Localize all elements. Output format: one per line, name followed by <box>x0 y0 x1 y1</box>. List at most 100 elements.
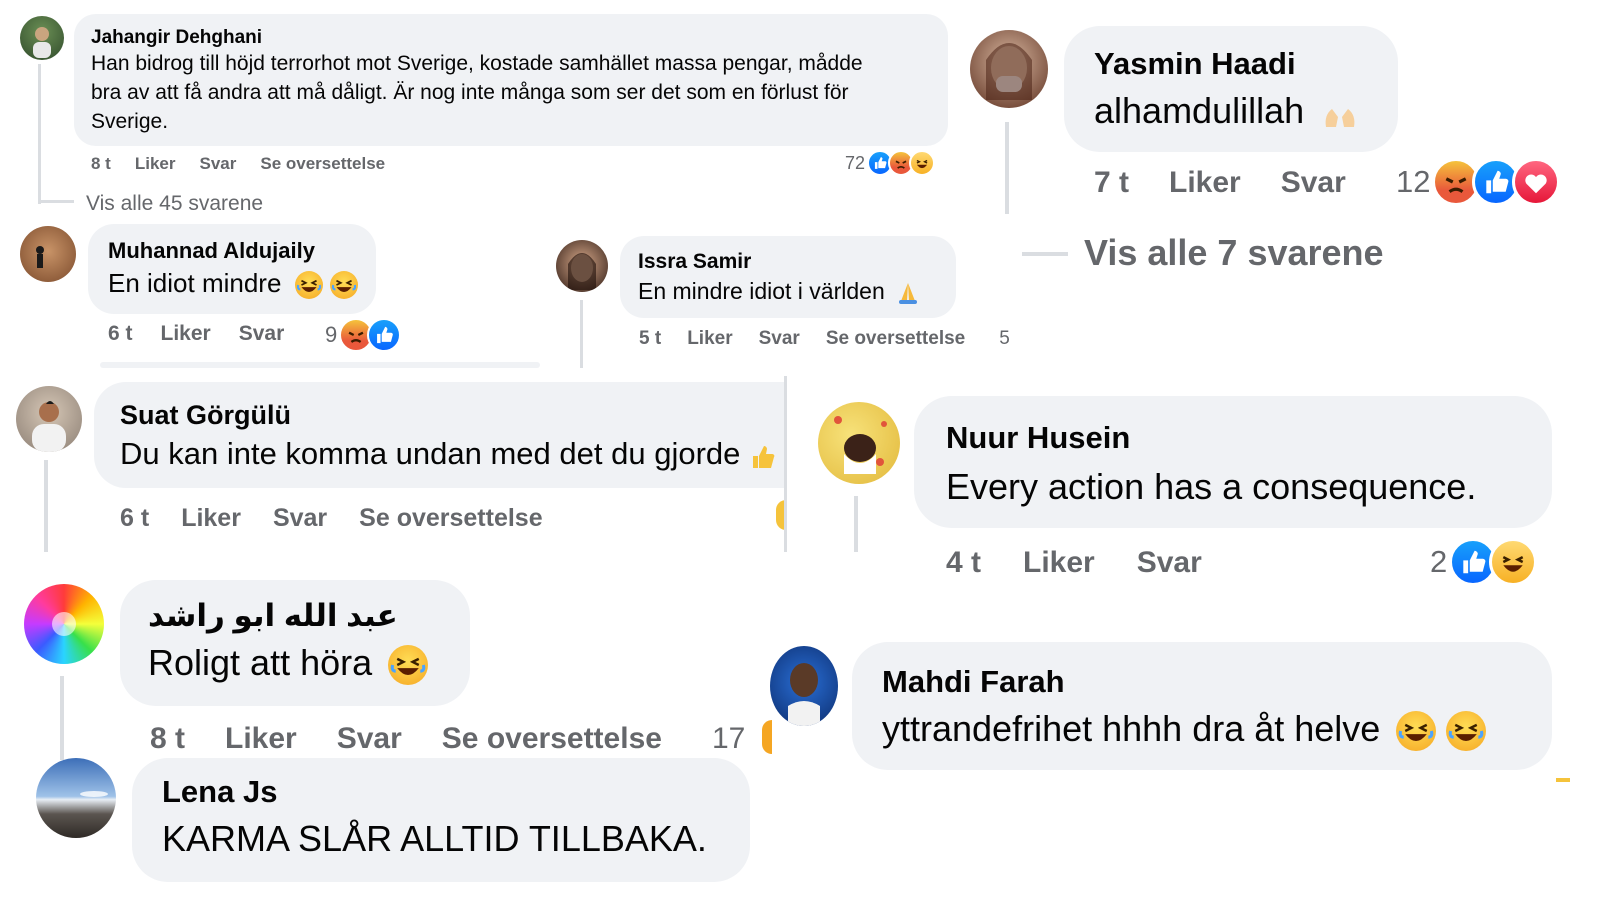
timestamp[interactable]: 6 t <box>120 504 149 533</box>
landscape-icon <box>80 791 108 797</box>
laughing-emoji <box>294 271 323 300</box>
color-burst-icon <box>52 612 76 636</box>
comment-text-line: Sverige. <box>91 110 169 133</box>
thread-line <box>854 496 858 552</box>
laughing-emoji <box>329 271 358 300</box>
reaction-count: 72 <box>845 152 866 173</box>
open-hands-emoji <box>1322 98 1358 128</box>
reactions-summary[interactable]: 2 <box>1430 538 1538 586</box>
timestamp[interactable]: 7 t <box>1094 166 1129 200</box>
comment-text: Du kan inte komma undan med det du gjord… <box>120 436 775 472</box>
reply-button[interactable]: Svar <box>759 328 800 350</box>
timestamp[interactable]: 6 t <box>108 322 133 346</box>
reaction-count[interactable]: 5 <box>999 328 1010 350</box>
avatar[interactable] <box>16 386 82 452</box>
comment-author[interactable]: Yasmin Haadi <box>1094 46 1296 82</box>
reactions-summary[interactable]: 72 <box>845 150 936 176</box>
comment-text: En idiot mindre <box>108 268 358 300</box>
person-icon <box>834 416 887 474</box>
like-button[interactable]: Liker <box>135 154 176 174</box>
avatar[interactable] <box>24 584 104 664</box>
laughing-emoji <box>388 645 429 686</box>
person-icon <box>36 246 44 268</box>
comment-bubble: Lena Js KARMA SLÅR ALLTID TILLBAKA. <box>132 758 750 882</box>
comment-bubble: Jahangir Dehghani Han bidrog till höjd t… <box>74 14 948 146</box>
like-button[interactable]: Liker <box>1023 546 1095 580</box>
translate-link[interactable]: Se oversettelse <box>359 504 542 533</box>
like-button[interactable]: Liker <box>1169 166 1241 200</box>
person-icon <box>33 27 51 58</box>
thread-line <box>1022 252 1068 256</box>
comment-actions: 8 t Liker Svar Se oversettelse 17 <box>150 722 745 756</box>
translate-link[interactable]: Se oversettelse <box>442 722 662 756</box>
thread-line <box>1005 122 1009 214</box>
view-replies-link[interactable]: Vis alle 45 svarene <box>86 192 263 216</box>
comment-text-line: Han bidrog till höjd terrorhot mot Sveri… <box>91 52 863 75</box>
avatar[interactable] <box>970 30 1048 108</box>
comment-author[interactable]: Mahdi Farah <box>882 664 1065 700</box>
haha-reaction-icon <box>909 150 936 176</box>
reply-button[interactable]: Svar <box>337 722 402 756</box>
like-button[interactable]: Liker <box>687 328 732 350</box>
comment-bubble: Suat Görgülü Du kan inte komma undan med… <box>94 382 786 488</box>
cropped-bubble-edge <box>100 362 540 368</box>
reaction-count[interactable]: 17 <box>712 722 745 756</box>
like-button[interactable]: Liker <box>225 722 297 756</box>
comment-text: yttrandefrihet hhhh dra åt helve <box>882 708 1487 752</box>
reply-button[interactable]: Svar <box>273 504 327 533</box>
avatar[interactable] <box>20 16 64 60</box>
translate-link[interactable]: Se oversettelse <box>260 154 385 174</box>
comment-actions: 6 t Liker Svar <box>108 322 284 346</box>
thread-line <box>44 460 48 552</box>
reactions-summary[interactable]: 12 <box>1396 158 1561 206</box>
timestamp[interactable]: 8 t <box>91 154 111 174</box>
view-replies-link[interactable]: Vis alle 7 svarene <box>1084 232 1384 274</box>
reply-button[interactable]: Svar <box>239 322 285 346</box>
like-button[interactable]: Liker <box>181 504 241 533</box>
avatar[interactable] <box>818 402 900 484</box>
comment-text-line: bra av att få andra att må dåligt. Är no… <box>91 81 849 104</box>
comment-text: En mindre idiot i världen <box>638 278 921 305</box>
comment-author[interactable]: Nuur Husein <box>946 420 1130 456</box>
comment-bubble: Mahdi Farah yttrandefrihet hhhh dra åt h… <box>852 642 1552 770</box>
cropped-reaction-icon <box>762 720 772 754</box>
thumbs-up-emoji <box>749 442 775 470</box>
reply-button[interactable]: Svar <box>199 154 236 174</box>
comment-actions: 8 t Liker Svar Se oversettelse <box>91 154 385 174</box>
avatar[interactable] <box>36 758 116 838</box>
reply-button[interactable]: Svar <box>1281 166 1346 200</box>
reply-button[interactable]: Svar <box>1137 546 1202 580</box>
comment-text: KARMA SLÅR ALLTID TILLBAKA. <box>162 818 707 859</box>
translate-link[interactable]: Se oversettelse <box>826 328 965 350</box>
reactions-summary[interactable]: 9 <box>325 318 402 352</box>
comment-bubble: Nuur Husein Every action has a consequen… <box>914 396 1552 528</box>
comment-author[interactable]: Jahangir Dehghani <box>91 27 262 49</box>
comment-bubble: عبد الله ابو راشد Roligt att höra <box>120 580 470 706</box>
haha-reaction-icon <box>1489 538 1538 586</box>
comment-author[interactable]: Lena Js <box>162 774 277 810</box>
comment-bubble: Muhannad Aldujaily En idiot mindre <box>88 224 376 314</box>
comment-bubble: Yasmin Haadi alhamdulillah <box>1064 26 1398 152</box>
comment-author[interactable]: Suat Görgülü <box>120 400 291 431</box>
thread-line <box>60 676 64 760</box>
timestamp[interactable]: 8 t <box>150 722 185 756</box>
timestamp[interactable]: 4 t <box>946 546 981 580</box>
comment-actions: 4 t Liker Svar <box>946 546 1202 580</box>
laughing-emoji <box>1446 711 1487 752</box>
avatar[interactable] <box>770 646 838 726</box>
person-icon <box>32 401 66 452</box>
reaction-count: 9 <box>325 322 338 347</box>
avatar[interactable] <box>20 226 76 282</box>
person-icon <box>788 663 820 726</box>
comment-author[interactable]: Muhannad Aldujaily <box>108 238 315 264</box>
comment-actions: 7 t Liker Svar <box>1094 166 1346 200</box>
like-button[interactable]: Liker <box>161 322 211 346</box>
laughing-emoji <box>1396 711 1437 752</box>
reaction-count: 2 <box>1430 544 1448 579</box>
avatar[interactable] <box>556 240 608 292</box>
panel-divider <box>784 376 787 552</box>
comment-author[interactable]: Issra Samir <box>638 250 751 274</box>
timestamp[interactable]: 5 t <box>639 328 661 350</box>
comment-author[interactable]: عبد الله ابو راشد <box>148 598 398 634</box>
thread-line <box>38 200 74 203</box>
